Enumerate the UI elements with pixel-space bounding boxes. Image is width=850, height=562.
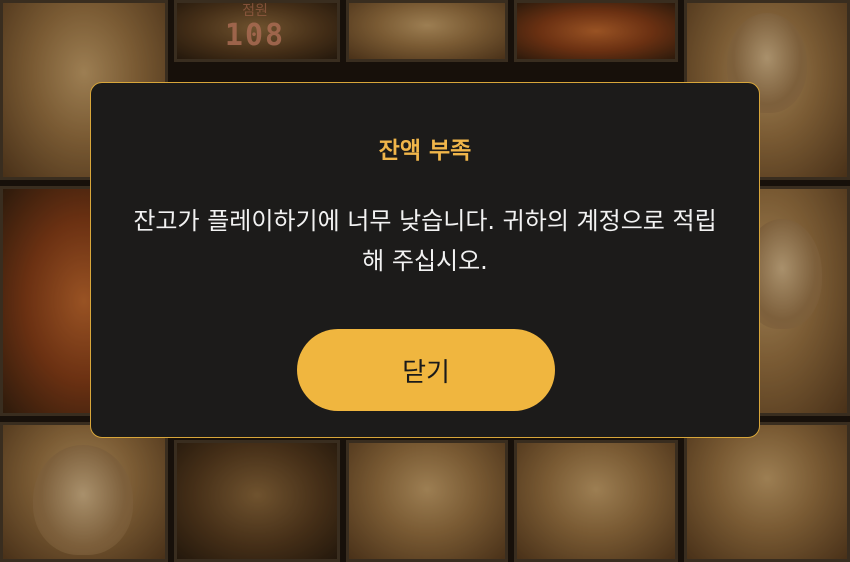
insufficient-balance-dialog: 잔액 부족 잔고가 플레이하기에 너무 낮습니다. 귀하의 계정으로 적립해 주… [90,82,760,438]
close-button[interactable]: 닫기 [297,329,555,411]
dialog-message: 잔고가 플레이하기에 너무 낮습니다. 귀하의 계정으로 적립해 주십시오. [133,207,717,275]
dialog-title: 잔액 부족 [378,138,472,164]
